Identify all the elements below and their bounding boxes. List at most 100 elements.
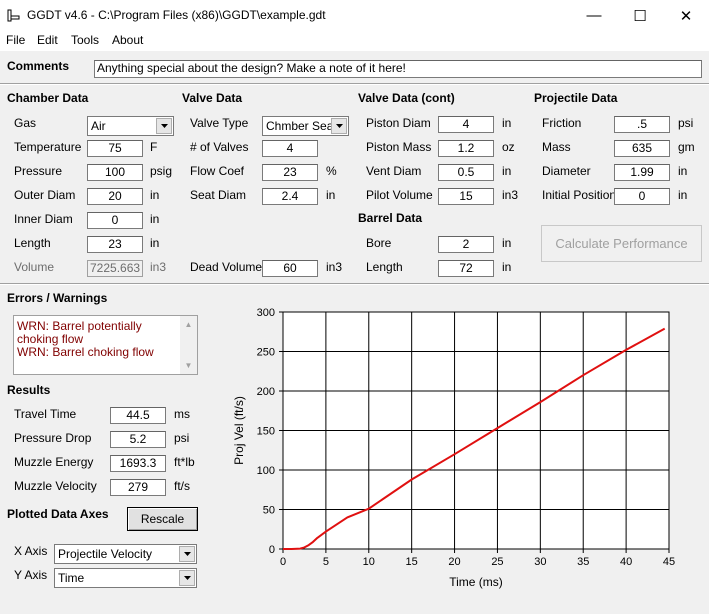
muzzle-velocity-readout: 279 (110, 479, 166, 496)
chevron-down-icon[interactable] (331, 118, 347, 134)
y-tick-label: 250 (257, 347, 275, 359)
friction-unit: psi (678, 116, 694, 130)
diameter-input[interactable]: 1.99 (614, 164, 670, 181)
temperature-input[interactable]: 75 (87, 140, 143, 157)
dead-volume-input[interactable]: 60 (262, 260, 318, 277)
x-tick-label: 35 (577, 556, 589, 568)
results-title: Results (7, 383, 51, 397)
volume-unit: in3 (150, 260, 167, 274)
valve-type-value: Chmber Seal (266, 119, 337, 133)
y-axis-select[interactable]: Time (54, 568, 197, 588)
x-axis-select[interactable]: Projectile Velocity (54, 544, 197, 564)
chamber-length-unit: in (150, 236, 160, 250)
mass-input[interactable]: 635 (614, 140, 670, 157)
muzzle-velocity-unit: ft/s (174, 479, 191, 493)
x-axis-title: Time (ms) (449, 575, 503, 589)
temperature-unit: F (150, 140, 158, 154)
barrel-length-input[interactable]: 72 (438, 260, 494, 277)
travel-time-label: Travel Time (14, 407, 77, 421)
inner-diam-input[interactable]: 0 (87, 212, 143, 229)
menu-tools[interactable]: Tools (71, 33, 99, 47)
chamber-length-label: Length (14, 236, 51, 250)
piston-mass-unit: oz (502, 140, 515, 154)
maximize-button[interactable]: ☐ (617, 0, 663, 31)
gas-value: Air (91, 119, 106, 133)
scroll-up-icon[interactable]: ▲ (180, 316, 197, 333)
x-tick-label: 40 (620, 556, 632, 568)
seat-diam-unit: in (326, 188, 336, 202)
x-tick-label: 0 (280, 556, 286, 568)
vent-diam-unit: in (502, 164, 512, 178)
chamber-length-input[interactable]: 23 (87, 236, 143, 253)
chevron-down-icon[interactable] (179, 546, 195, 562)
initial-position-unit: in (678, 188, 688, 202)
errors-title: Errors / Warnings (7, 291, 108, 305)
menu-edit[interactable]: Edit (37, 33, 58, 47)
inner-diam-label: Inner Diam (14, 212, 73, 226)
chamber-title: Chamber Data (7, 91, 89, 105)
chevron-down-icon[interactable] (179, 570, 195, 586)
x-axis-label: X Axis (14, 544, 48, 558)
valve-type-select[interactable]: Chmber Seal (262, 116, 349, 136)
x-tick-label: 25 (491, 556, 503, 568)
bore-unit: in (502, 236, 512, 250)
flow-coef-input[interactable]: 23 (262, 164, 318, 181)
temperature-label: Temperature (14, 140, 82, 154)
scroll-down-icon[interactable]: ▼ (180, 357, 197, 374)
gas-label: Gas (14, 116, 37, 130)
minimize-icon: — (586, 7, 602, 24)
friction-input[interactable]: .5 (614, 116, 670, 133)
errors-scrollbar[interactable]: ▲ ▼ (180, 316, 197, 374)
outer-diam-input[interactable]: 20 (87, 188, 143, 205)
piston-diam-input[interactable]: 4 (438, 116, 494, 133)
bore-input[interactable]: 2 (438, 236, 494, 253)
x-tick-label: 10 (363, 556, 375, 568)
menu-file[interactable]: File (6, 33, 25, 47)
velocity-chart: 0 5 10 15 20 25 30 35 40 45 0 50 100 150 200 250 300 Time… (232, 307, 675, 589)
y-tick-label: 0 (269, 544, 275, 556)
calculate-performance-button[interactable]: Calculate Performance (541, 225, 702, 262)
menu-about[interactable]: About (112, 33, 143, 47)
initial-position-input[interactable]: 0 (614, 188, 670, 205)
outer-diam-label: Outer Diam (14, 188, 76, 202)
muzzle-energy-label: Muzzle Energy (14, 455, 94, 469)
seat-diam-input[interactable]: 2.4 (262, 188, 318, 205)
muzzle-velocity-label: Muzzle Velocity (14, 479, 97, 493)
errors-list[interactable]: WRN: Barrel potentially choking flow WRN… (13, 315, 198, 375)
minimize-button[interactable]: — (571, 0, 617, 31)
pressure-drop-unit: psi (174, 431, 190, 445)
diameter-unit: in (678, 164, 688, 178)
chevron-down-icon[interactable] (156, 118, 172, 134)
close-button[interactable]: ✕ (663, 0, 709, 31)
close-icon: ✕ (679, 7, 693, 25)
divider (0, 283, 709, 285)
title-bar: GGDT v4.6 - C:\Program Files (x86)\GGDT\… (0, 0, 709, 31)
barrel-title: Barrel Data (358, 211, 423, 225)
y-axis-title: Proj Vel (ft/s) (232, 396, 246, 465)
rescale-button[interactable]: Rescale (127, 507, 198, 531)
barrel-length-label: Length (366, 260, 403, 274)
valves-count-input[interactable]: 4 (262, 140, 318, 157)
barrel-length-unit: in (502, 260, 512, 274)
x-tick-label: 20 (448, 556, 460, 568)
inner-diam-unit: in (150, 212, 160, 226)
pilot-volume-unit: in3 (502, 188, 519, 202)
y-tick-label: 150 (257, 426, 275, 438)
pilot-volume-input[interactable]: 15 (438, 188, 494, 205)
pressure-drop-readout: 5.2 (110, 431, 166, 448)
x-axis-value: Projectile Velocity (58, 547, 153, 561)
comments-input[interactable]: Anything special about the design? Make … (94, 60, 702, 78)
diameter-label: Diameter (542, 164, 591, 178)
vent-diam-input[interactable]: 0.5 (438, 164, 494, 181)
error-message: WRN: Barrel choking flow (17, 345, 154, 359)
y-axis-value: Time (58, 571, 85, 585)
piston-diam-unit: in (502, 116, 512, 130)
error-message: WRN: Barrel potentially choking flow (17, 319, 142, 346)
piston-mass-label: Piston Mass (366, 140, 432, 154)
piston-mass-input[interactable]: 1.2 (438, 140, 494, 157)
menu-bar: File Edit Tools About (0, 31, 709, 51)
pressure-unit: psig (150, 164, 173, 178)
gas-select[interactable]: Air (87, 116, 174, 136)
valve-cont-title: Valve Data (cont) (358, 91, 455, 105)
pressure-input[interactable]: 100 (87, 164, 143, 181)
